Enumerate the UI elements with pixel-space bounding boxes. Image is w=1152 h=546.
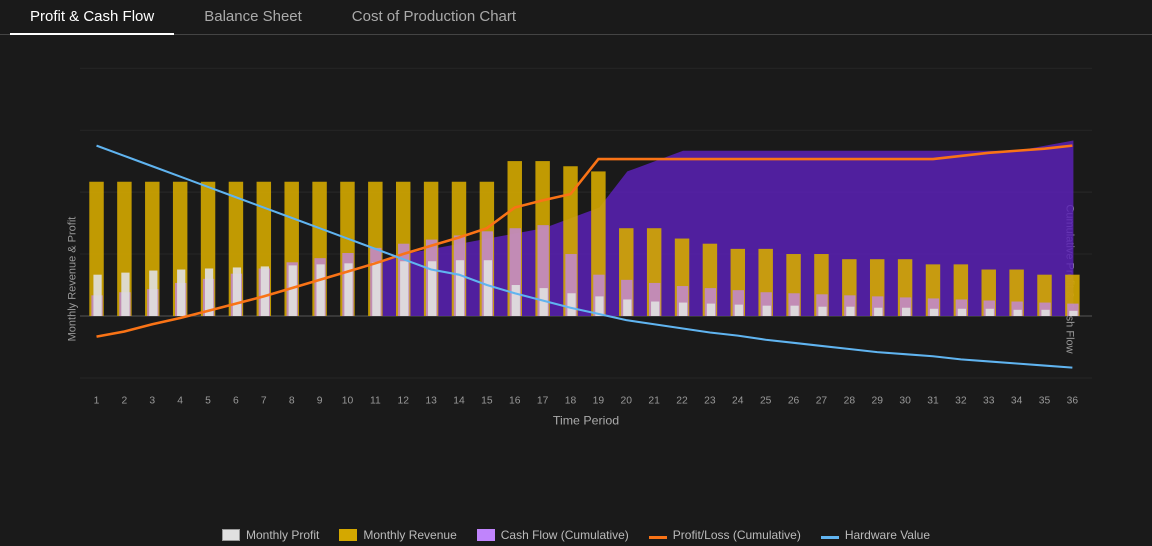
svg-text:17: 17 [537, 396, 549, 407]
svg-text:7: 7 [261, 396, 267, 407]
legend-label-profit-loss: Profit/Loss (Cumulative) [673, 528, 801, 542]
svg-text:34: 34 [1011, 396, 1023, 407]
legend-item-cashflow: Cash Flow (Cumulative) [477, 528, 629, 542]
svg-text:32: 32 [955, 396, 967, 407]
tab-cost-production[interactable]: Cost of Production Chart [332, 0, 536, 35]
svg-text:33: 33 [983, 396, 995, 407]
y-axis-left-label: Monthly Revenue & Profit [66, 216, 78, 341]
svg-text:2: 2 [122, 396, 128, 407]
svg-text:12: 12 [397, 396, 409, 407]
svg-text:23: 23 [704, 396, 716, 407]
svg-text:35: 35 [1039, 396, 1051, 407]
main-container: Profit & Cash Flow Balance Sheet Cost of… [0, 0, 1152, 517]
svg-text:22: 22 [676, 396, 688, 407]
svg-text:20: 20 [621, 396, 633, 407]
svg-text:3: 3 [149, 396, 155, 407]
tab-balance-sheet[interactable]: Balance Sheet [184, 0, 322, 35]
legend-color-hardware [821, 536, 839, 539]
svg-text:14: 14 [453, 396, 465, 407]
svg-text:27: 27 [816, 396, 828, 407]
svg-text:30: 30 [899, 396, 911, 407]
legend-color-cashflow [477, 529, 495, 541]
x-axis-labels: 1 2 3 4 5 6 7 8 9 10 11 12 13 14 15 16 1 [94, 396, 1079, 428]
legend-color-monthly-profit [222, 529, 240, 541]
legend-item-profit-loss: Profit/Loss (Cumulative) [649, 528, 801, 542]
svg-text:18: 18 [565, 396, 577, 407]
svg-text:36: 36 [1067, 396, 1079, 407]
svg-text:9: 9 [317, 396, 323, 407]
svg-text:13: 13 [425, 396, 437, 407]
svg-text:28: 28 [844, 396, 856, 407]
svg-text:24: 24 [732, 396, 744, 407]
svg-text:16: 16 [509, 396, 521, 407]
chart-wrapper: 0.20 BTC 0.10 BTC 0.00 BTC 2.00 BTC 1.50… [80, 45, 1092, 442]
tab-profit-cash-flow[interactable]: Profit & Cash Flow [10, 0, 174, 35]
tab-bar: Profit & Cash Flow Balance Sheet Cost of… [0, 0, 1152, 35]
svg-text:19: 19 [593, 396, 605, 407]
svg-text:8: 8 [289, 396, 295, 407]
svg-text:Time Period: Time Period [553, 413, 619, 427]
svg-text:1: 1 [94, 396, 100, 407]
svg-text:29: 29 [871, 396, 883, 407]
main-chart: 0.20 BTC 0.10 BTC 0.00 BTC 2.00 BTC 1.50… [80, 45, 1092, 442]
legend-item-monthly-revenue: Monthly Revenue [339, 528, 456, 542]
svg-text:6: 6 [233, 396, 239, 407]
legend-label-hardware: Hardware Value [845, 528, 930, 542]
svg-text:5: 5 [205, 396, 211, 407]
legend-color-profit-loss [649, 536, 667, 539]
svg-text:11: 11 [370, 396, 381, 407]
svg-text:26: 26 [788, 396, 800, 407]
svg-text:21: 21 [648, 396, 660, 407]
chart-legend: Monthly Profit Monthly Revenue Cash Flow… [0, 522, 1152, 546]
legend-item-hardware: Hardware Value [821, 528, 930, 542]
legend-item-monthly-profit: Monthly Profit [222, 528, 319, 542]
legend-label-cashflow: Cash Flow (Cumulative) [501, 528, 629, 542]
svg-text:31: 31 [927, 396, 939, 407]
legend-label-monthly-revenue: Monthly Revenue [363, 528, 456, 542]
svg-text:4: 4 [177, 396, 183, 407]
legend-color-monthly-revenue [339, 529, 357, 541]
svg-text:10: 10 [342, 396, 354, 407]
chart-area: Monthly Revenue & Profit Cumulative Prof… [0, 35, 1152, 522]
svg-text:25: 25 [760, 396, 772, 407]
legend-label-monthly-profit: Monthly Profit [246, 528, 319, 542]
svg-text:15: 15 [481, 396, 493, 407]
